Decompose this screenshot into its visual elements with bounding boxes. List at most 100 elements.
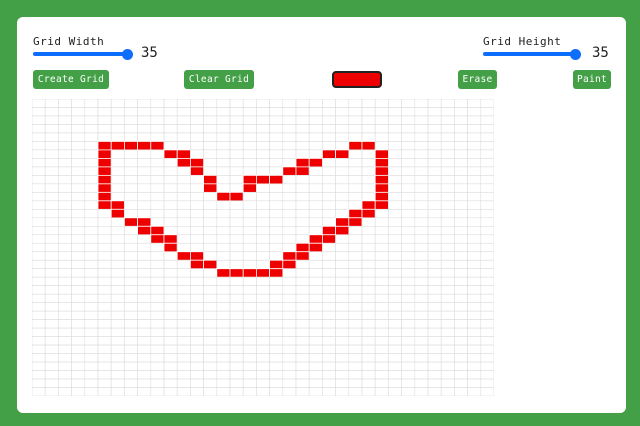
grid-cell[interactable] xyxy=(282,268,297,278)
grid-cell[interactable] xyxy=(480,183,494,193)
grid-cell[interactable] xyxy=(58,242,72,253)
grid-cell[interactable] xyxy=(335,387,350,396)
grid-cell[interactable] xyxy=(322,99,336,108)
grid-cell[interactable] xyxy=(256,302,270,312)
grid-cell[interactable] xyxy=(348,107,363,117)
grid-cell[interactable] xyxy=(322,259,336,270)
grid-cell[interactable] xyxy=(401,319,416,329)
grid-cell[interactable] xyxy=(427,234,442,244)
grid-cell[interactable] xyxy=(480,259,494,270)
grid-cell[interactable] xyxy=(348,285,363,295)
grid-cell[interactable] xyxy=(190,225,204,236)
grid-cell[interactable] xyxy=(348,132,363,142)
grid-cell[interactable] xyxy=(414,259,429,270)
grid-cell[interactable] xyxy=(414,192,429,202)
grid-cell[interactable] xyxy=(269,353,284,363)
grid-cell[interactable] xyxy=(308,183,323,193)
grid-cell[interactable] xyxy=(388,175,402,185)
grid-cell-painted[interactable] xyxy=(321,149,336,159)
grid-cell[interactable] xyxy=(388,124,402,134)
grid-cell[interactable] xyxy=(216,141,231,151)
grid-cell[interactable] xyxy=(480,336,494,346)
grid-cell[interactable] xyxy=(32,251,46,261)
grid-cell[interactable] xyxy=(348,242,363,253)
grid-cell[interactable] xyxy=(427,242,442,253)
grid-cell[interactable] xyxy=(150,293,165,303)
grid-cell[interactable] xyxy=(454,370,468,380)
grid-cell[interactable] xyxy=(374,293,389,303)
grid-cell[interactable] xyxy=(440,175,455,185)
grid-cell[interactable] xyxy=(348,336,363,346)
grid-cell-painted[interactable] xyxy=(110,200,125,210)
grid-cell[interactable] xyxy=(467,234,482,244)
grid-cell[interactable] xyxy=(388,107,402,117)
grid-cell[interactable] xyxy=(282,149,297,159)
grid-cell[interactable] xyxy=(32,387,46,396)
grid-cell[interactable] xyxy=(163,200,178,210)
grid-cell[interactable] xyxy=(282,175,297,185)
grid-cell[interactable] xyxy=(137,234,152,244)
grid-cell[interactable] xyxy=(97,361,112,371)
grid-cell[interactable] xyxy=(388,387,402,396)
grid-cell[interactable] xyxy=(242,217,257,227)
grid-cell[interactable] xyxy=(137,149,152,159)
grid-cell[interactable] xyxy=(282,242,297,253)
grid-cell[interactable] xyxy=(163,285,178,295)
grid-cell[interactable] xyxy=(71,166,86,176)
grid-cell[interactable] xyxy=(256,293,270,303)
grid-cell[interactable] xyxy=(480,319,494,329)
grid-cell[interactable] xyxy=(282,124,297,134)
grid-cell[interactable] xyxy=(58,293,72,303)
grid-cell-painted[interactable] xyxy=(229,268,244,278)
grid-cell[interactable] xyxy=(308,361,323,371)
grid-cell[interactable] xyxy=(150,259,165,270)
grid-cell-painted[interactable] xyxy=(282,259,297,270)
grid-cell[interactable] xyxy=(190,132,204,142)
grid-cell[interactable] xyxy=(216,361,231,371)
grid-cell[interactable] xyxy=(110,276,125,286)
grid-cell[interactable] xyxy=(467,217,482,227)
grid-cell[interactable] xyxy=(401,251,416,261)
grid-cell[interactable] xyxy=(427,361,442,371)
grid-cell[interactable] xyxy=(97,209,112,219)
grid-cell[interactable] xyxy=(295,293,310,303)
grid-cell[interactable] xyxy=(348,259,363,270)
grid-cell[interactable] xyxy=(216,353,231,363)
grid-cell[interactable] xyxy=(44,234,59,244)
grid-cell[interactable] xyxy=(163,310,178,320)
grid-cell[interactable] xyxy=(374,217,389,227)
grid-cell[interactable] xyxy=(163,370,178,380)
grid-cell[interactable] xyxy=(84,310,99,320)
grid-cell[interactable] xyxy=(454,242,468,253)
grid-cell[interactable] xyxy=(401,285,416,295)
grid-cell[interactable] xyxy=(388,242,402,253)
grid-cell[interactable] xyxy=(282,285,297,295)
grid-cell[interactable] xyxy=(203,268,218,278)
grid-cell[interactable] xyxy=(163,158,178,168)
grid-cell[interactable] xyxy=(203,336,218,346)
grid-cell[interactable] xyxy=(256,336,270,346)
grid-cell[interactable] xyxy=(137,310,152,320)
grid-cell[interactable] xyxy=(97,268,112,278)
grid-cell[interactable] xyxy=(480,251,494,261)
grid-cell[interactable] xyxy=(480,361,494,371)
grid-cell[interactable] xyxy=(84,268,99,278)
grid-cell[interactable] xyxy=(348,200,363,210)
grid-cell[interactable] xyxy=(308,141,323,151)
grid-cell[interactable] xyxy=(295,217,310,227)
grid-cell[interactable] xyxy=(176,285,191,295)
grid-cell[interactable] xyxy=(229,344,244,354)
grid-cell[interactable] xyxy=(308,327,323,337)
grid-cell[interactable] xyxy=(190,192,204,202)
grid-cell[interactable] xyxy=(256,124,270,134)
grid-cell[interactable] xyxy=(84,378,99,388)
grid-cell-painted[interactable] xyxy=(374,166,389,176)
grid-cell[interactable] xyxy=(58,107,72,117)
grid-cell[interactable] xyxy=(163,225,178,236)
grid-cell-painted[interactable] xyxy=(374,191,389,202)
grid-cell[interactable] xyxy=(308,302,323,312)
grid-cell[interactable] xyxy=(440,370,455,380)
grid-cell[interactable] xyxy=(454,200,468,210)
grid-cell[interactable] xyxy=(269,310,284,320)
grid-cell[interactable] xyxy=(97,251,112,261)
